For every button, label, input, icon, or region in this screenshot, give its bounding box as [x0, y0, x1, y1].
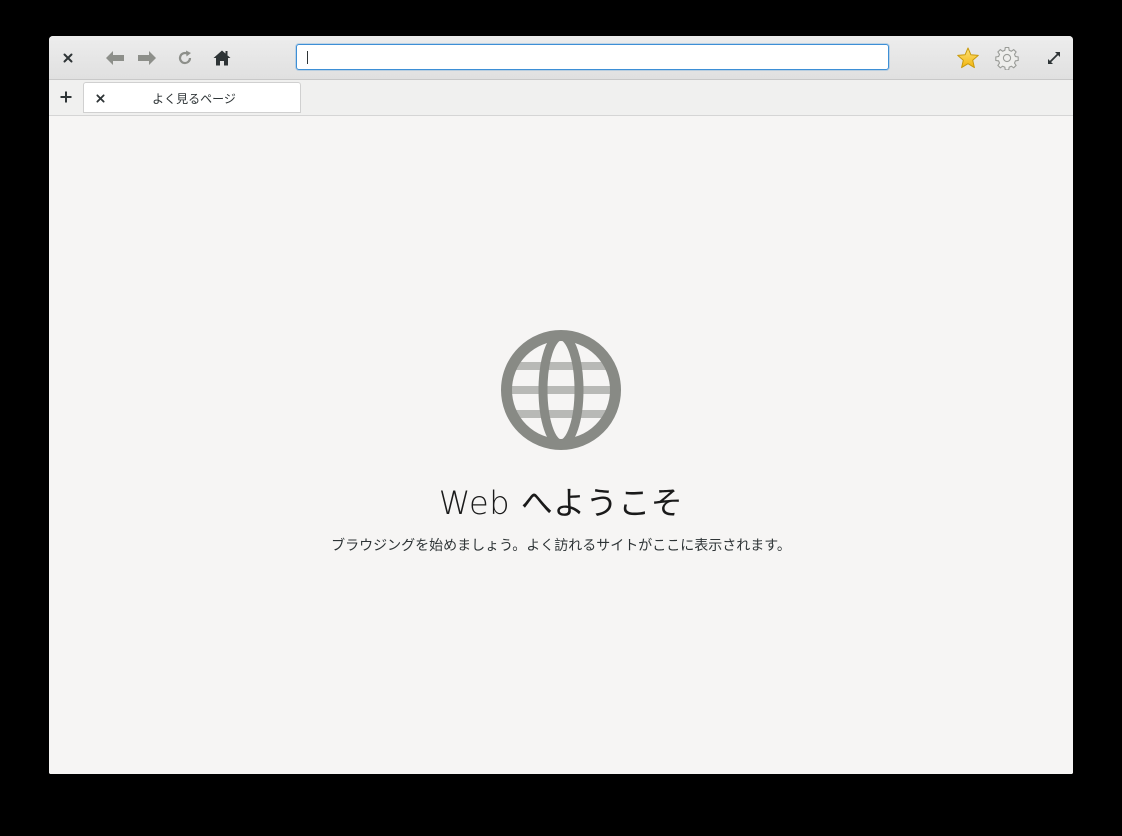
welcome-title: Web へようこそ [438, 484, 684, 522]
tab-title: よく見るページ [152, 92, 236, 106]
reload-icon [178, 50, 192, 65]
forward-button[interactable] [133, 44, 161, 72]
welcome-subtitle: ブラウジングを始めましょう。よく訪れるサイトがここに表示されます。 [331, 538, 791, 554]
new-tab-button[interactable] [53, 84, 79, 110]
tab-close-button[interactable] [92, 90, 108, 106]
url-bar[interactable] [296, 44, 889, 70]
fullscreen-button[interactable] [1040, 44, 1068, 72]
home-icon [213, 50, 231, 66]
back-button[interactable] [101, 44, 129, 72]
gear-icon [995, 46, 1019, 70]
plus-icon [60, 91, 72, 103]
close-icon [63, 53, 73, 63]
url-input[interactable] [305, 45, 875, 69]
browser-window: よく見るページ Web へようこそ ブラウジングを始めましょう。よく訪れるサイト… [49, 36, 1073, 774]
close-icon [95, 93, 105, 103]
star-icon [957, 47, 979, 68]
arrow-right-icon [138, 51, 156, 65]
text-caret [307, 51, 308, 64]
close-window-button[interactable] [54, 44, 82, 72]
header-bar [49, 36, 1073, 80]
settings-button[interactable] [993, 44, 1021, 72]
arrow-left-icon [106, 51, 124, 65]
fullscreen-icon [1048, 52, 1060, 64]
tab-most-visited[interactable]: よく見るページ [83, 82, 301, 113]
reload-button[interactable] [171, 44, 199, 72]
tab-bar: よく見るページ [49, 80, 1073, 116]
bookmark-button[interactable] [954, 44, 982, 72]
globe-icon [501, 330, 621, 450]
new-tab-page: Web へようこそ ブラウジングを始めましょう。よく訪れるサイトがここに表示され… [49, 116, 1073, 774]
home-button[interactable] [208, 44, 236, 72]
